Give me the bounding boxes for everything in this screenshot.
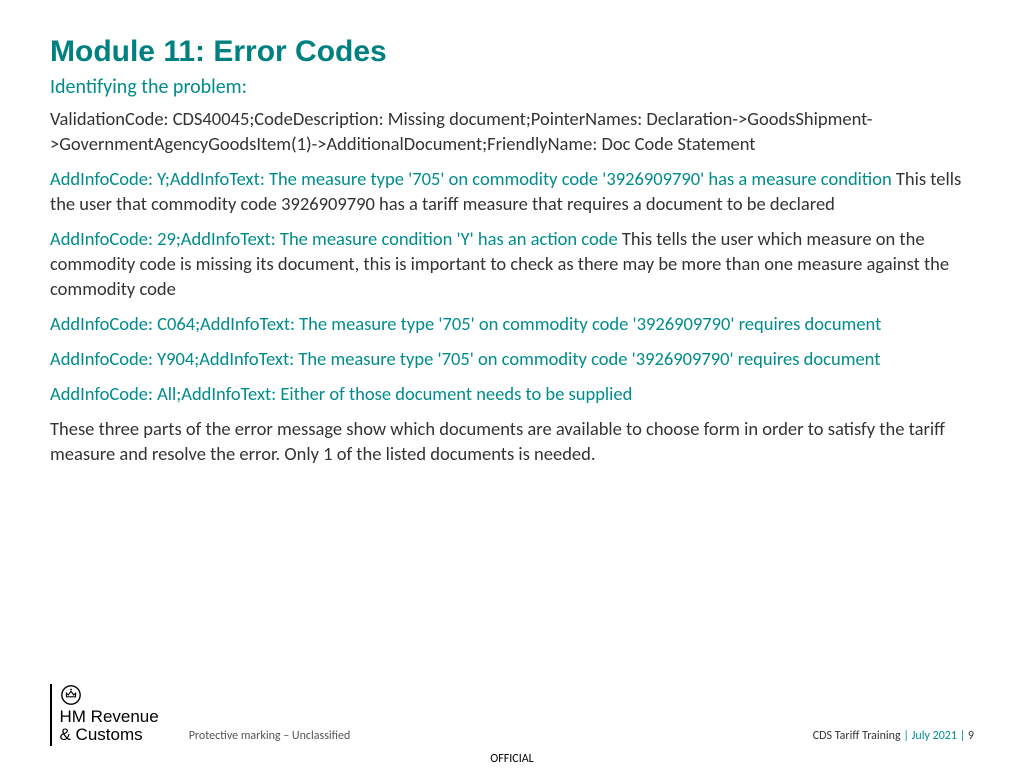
addinfo-all: AddInfoCode: All;AddInfoText: Either of … xyxy=(50,382,974,407)
summary-text: These three parts of the error message s… xyxy=(50,417,974,467)
classification-label: OFFICIAL xyxy=(0,752,1024,766)
footer-page-number: 9 xyxy=(965,729,974,743)
hmrc-logo: HM Revenue & Customs xyxy=(50,684,159,746)
footer-right: CDS Tariff Training | July 2021 | 9 xyxy=(813,729,974,743)
addinfo-29-code: AddInfoCode: 29;AddInfoText: The measure… xyxy=(50,227,618,250)
logo-line-1: HM Revenue xyxy=(60,708,159,726)
addinfo-y904: AddInfoCode: Y904;AddInfoText: The measu… xyxy=(50,347,974,372)
subtitle: Identifying the problem: xyxy=(50,75,974,99)
logo-line-2: & Customs xyxy=(60,726,159,744)
addinfo-y-code: AddInfoCode: Y;AddInfoText: The measure … xyxy=(50,167,892,190)
addinfo-y-paragraph: AddInfoCode: Y;AddInfoText: The measure … xyxy=(50,167,974,217)
validation-code-text: ValidationCode: CDS40045;CodeDescription… xyxy=(50,107,974,157)
slide-title: Module 11: Error Codes xyxy=(50,35,974,69)
footer-course: CDS Tariff Training xyxy=(813,729,904,743)
addinfo-c064: AddInfoCode: C064;AddInfoText: The measu… xyxy=(50,312,974,337)
protective-marking: Protective marking – Unclassified xyxy=(189,729,351,743)
addinfo-29-paragraph: AddInfoCode: 29;AddInfoText: The measure… xyxy=(50,227,974,302)
crown-icon xyxy=(60,684,82,706)
footer-date: | July 2021 | xyxy=(903,729,965,743)
